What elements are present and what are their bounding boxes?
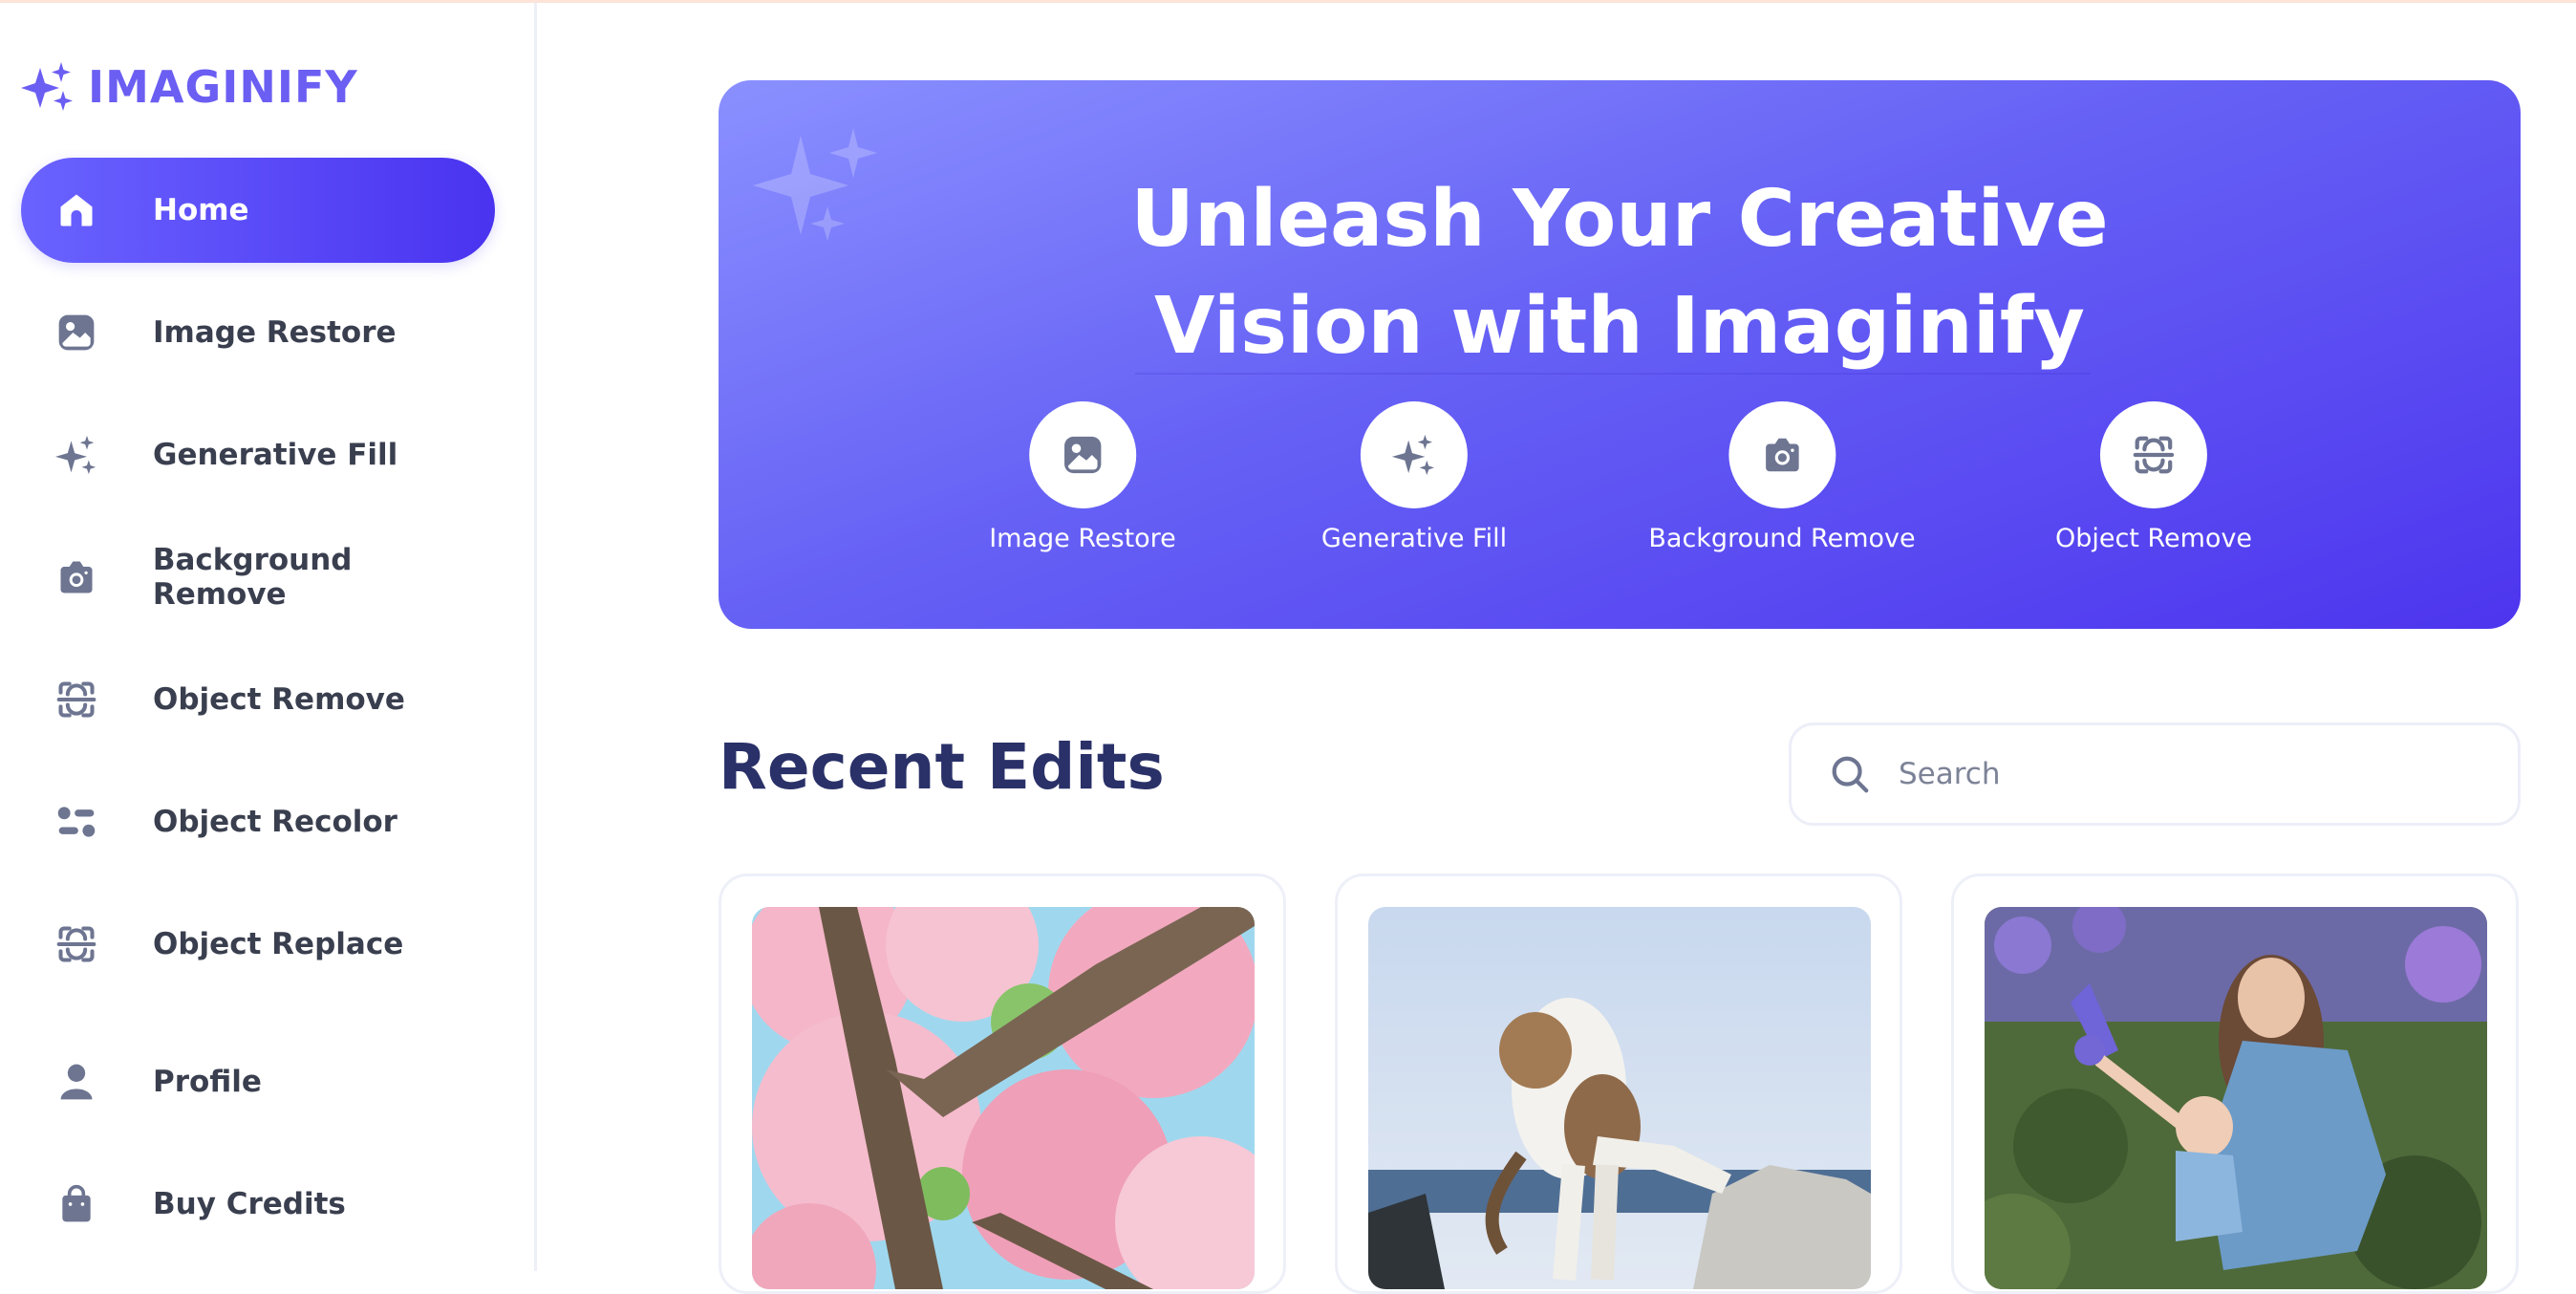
sidebar-item-label: Home xyxy=(153,193,249,227)
image-thumbnail[interactable] xyxy=(1368,907,1871,1289)
feature-icon-circle xyxy=(1029,401,1136,508)
feature-image-restore[interactable]: Image Restore xyxy=(989,401,1176,553)
image-icon xyxy=(1063,436,1102,474)
image-card[interactable] xyxy=(719,873,1286,1294)
feature-icon-circle xyxy=(1360,401,1468,508)
feature-label: Image Restore xyxy=(989,524,1176,553)
image-thumbnail[interactable] xyxy=(752,907,1255,1289)
sidebar-item-background-remove[interactable]: Background Remove xyxy=(21,525,495,630)
sidebar-item-label: Object Recolor xyxy=(153,805,397,839)
sidebar-item-label: Object Remove xyxy=(153,682,405,717)
feature-background-remove[interactable]: Background Remove xyxy=(1648,401,1916,553)
filter-icon xyxy=(50,795,103,849)
sidebar-item-label: Background Remove xyxy=(152,543,353,612)
sidebar-item-label: Generative Fill xyxy=(153,438,398,472)
feature-icon-circle xyxy=(1728,401,1835,508)
sidebar-item-label: Image Restore xyxy=(153,315,397,350)
feature-object-remove[interactable]: Object Remove xyxy=(2055,401,2252,553)
hero-divider xyxy=(1135,373,2091,375)
feature-label: Background Remove xyxy=(1648,524,1916,553)
sidebar-item-image-restore[interactable]: Image Restore xyxy=(21,280,495,385)
scan-icon xyxy=(50,673,103,726)
feature-label: Object Remove xyxy=(2054,524,2253,553)
user-icon xyxy=(50,1055,103,1109)
logo[interactable]: IMAGINIFY xyxy=(19,58,358,116)
camera-icon xyxy=(50,550,103,604)
feature-generative-fill[interactable]: Generative Fill xyxy=(1321,401,1507,553)
sidebar-item-label: Buy Credits xyxy=(153,1187,346,1221)
search-icon xyxy=(1832,756,1869,793)
scan-icon xyxy=(50,917,103,971)
logo-text: IMAGINIFY xyxy=(88,61,358,113)
image-icon xyxy=(50,306,103,359)
sidebar-item-object-replace[interactable]: Object Replace xyxy=(21,892,495,997)
search-box[interactable] xyxy=(1789,722,2521,826)
sidebar-item-home[interactable]: Home xyxy=(21,158,495,263)
home-icon xyxy=(50,183,103,237)
hero-banner: Unleash Your Creative Vision with Imagin… xyxy=(719,80,2521,629)
image-card[interactable] xyxy=(1335,873,1902,1294)
sidebar-item-profile[interactable]: Profile xyxy=(21,1029,495,1134)
sidebar-item-object-remove[interactable]: Object Remove xyxy=(21,647,495,752)
sparkles-icon xyxy=(1391,434,1435,476)
search-input[interactable] xyxy=(1899,757,2472,791)
sidebar: IMAGINIFY Home Image Restore Generative … xyxy=(0,3,537,1271)
sidebar-item-object-recolor[interactable]: Object Recolor xyxy=(21,769,495,874)
sidebar-item-buy-credits[interactable]: Buy Credits xyxy=(21,1152,495,1257)
sidebar-item-generative-fill[interactable]: Generative Fill xyxy=(21,402,495,507)
bag-icon xyxy=(50,1177,103,1231)
image-card[interactable] xyxy=(1951,873,2519,1294)
camera-icon xyxy=(1765,438,1799,472)
hero-title-line: Unleash Your Creative xyxy=(1130,174,2109,265)
feature-icon-circle xyxy=(2100,401,2207,508)
scan-icon xyxy=(2133,436,2175,474)
feature-label: Generative Fill xyxy=(1320,524,1508,553)
sidebar-item-label: Profile xyxy=(153,1065,262,1099)
hero-title-line: Vision with Imaginify xyxy=(1154,281,2085,372)
hero-title: Unleash Your Creative Vision with Imagin… xyxy=(719,166,2521,380)
image-thumbnail[interactable] xyxy=(1985,907,2487,1289)
sparkles-icon xyxy=(50,428,103,482)
sparkles-logo-icon xyxy=(21,62,73,111)
sidebar-item-label: Object Replace xyxy=(153,927,404,961)
recent-edits-title: Recent Edits xyxy=(719,730,1165,804)
